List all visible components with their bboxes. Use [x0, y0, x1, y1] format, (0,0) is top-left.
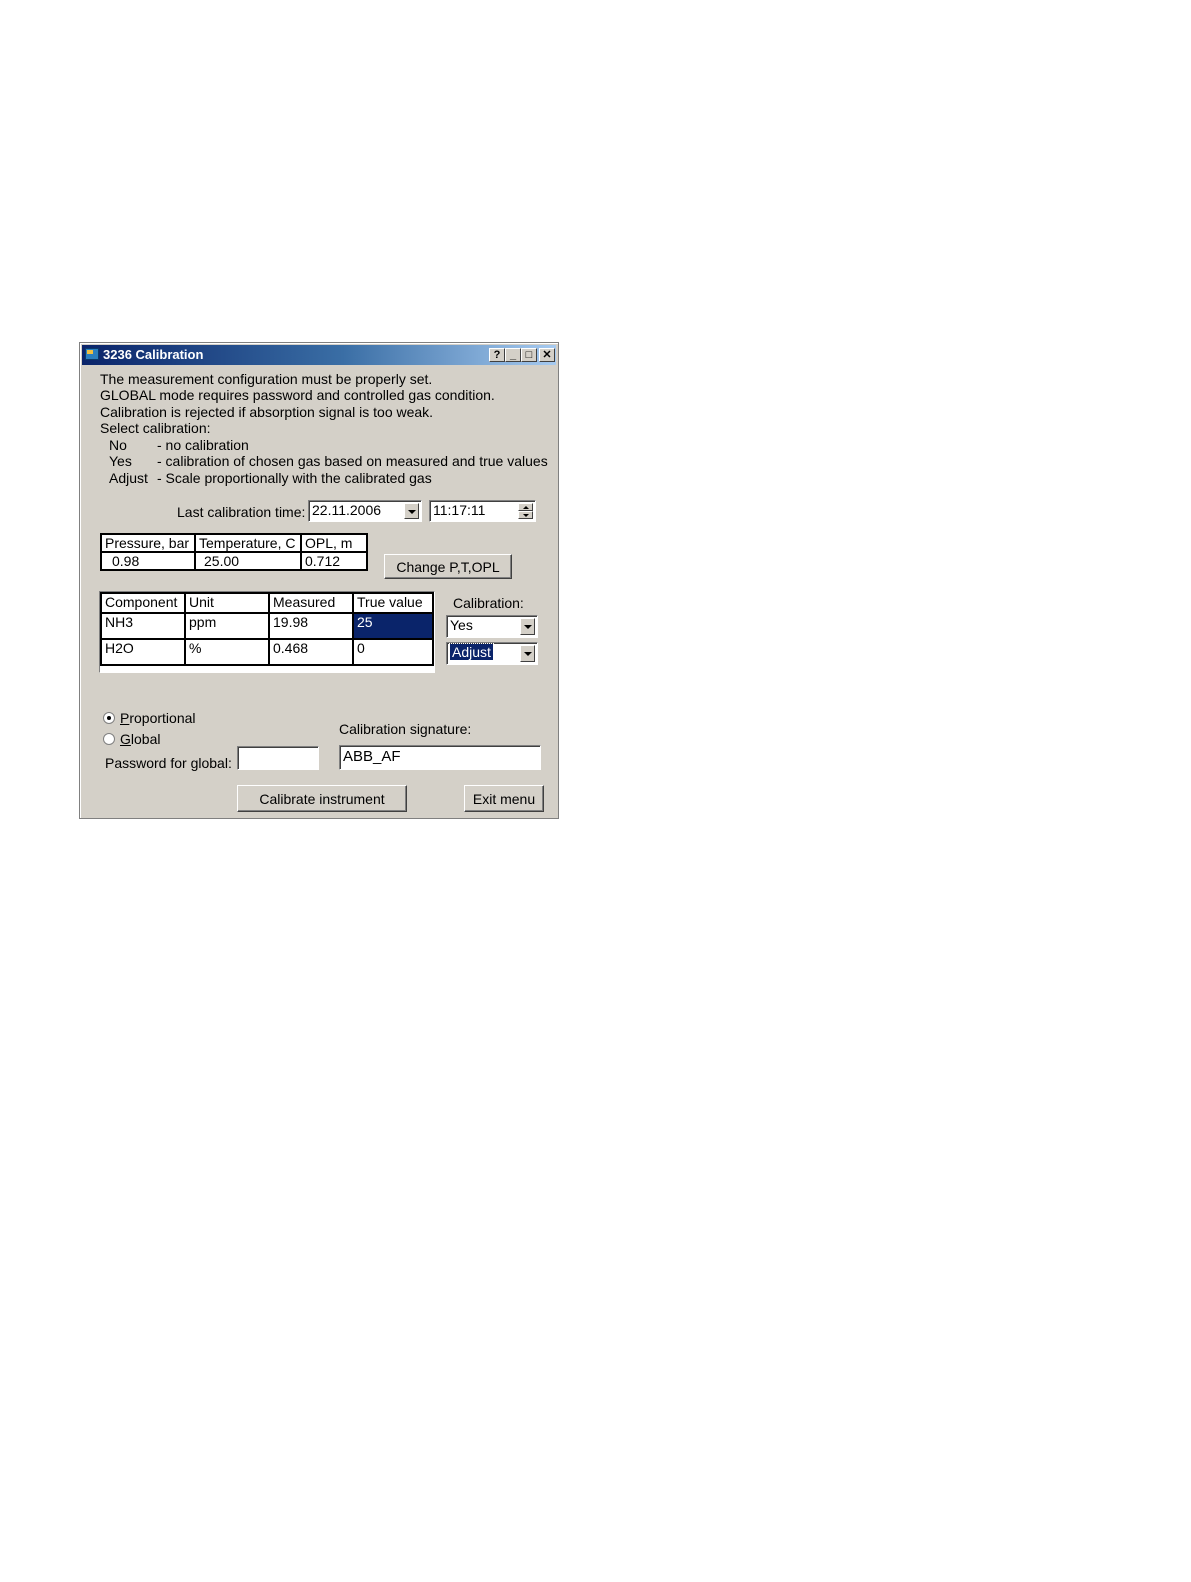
measured-cell: 0.468: [268, 638, 354, 666]
pressure-header: Pressure, bar: [100, 533, 196, 553]
info-line-4: Select calibration:: [100, 420, 211, 436]
option-desc-adjust: - Scale proportionally with the calibrat…: [157, 470, 432, 486]
change-ptopl-button[interactable]: Change P,T,OPL: [384, 554, 512, 579]
exit-menu-button[interactable]: Exit menu: [464, 785, 544, 812]
password-label: Password for global:: [105, 755, 232, 771]
minimize-button[interactable]: _: [505, 348, 521, 362]
last-calibration-time: 11:17:11: [433, 502, 486, 518]
spin-up-icon[interactable]: [518, 503, 533, 511]
password-input[interactable]: [237, 746, 319, 770]
true-value-cell[interactable]: 0: [352, 638, 434, 666]
calibration-select-h2o[interactable]: Adjust: [446, 642, 538, 665]
info-line-3: Calibration is rejected if absorption si…: [100, 404, 434, 420]
signature-value: ABB_AF: [343, 748, 401, 765]
chevron-down-icon[interactable]: [520, 618, 535, 635]
global-accesskey: G: [120, 731, 131, 747]
title-bar[interactable]: 3236 Calibration ? _ □ ✕: [82, 345, 556, 365]
temperature-header: Temperature, C: [194, 533, 302, 553]
temperature-value[interactable]: 25.00: [194, 551, 302, 571]
table-row: H2O % 0.468 0: [100, 638, 434, 666]
table-row: Component Unit Measured True value: [100, 592, 434, 614]
calibration-select-value: Adjust: [449, 643, 494, 661]
ptopl-table: Pressure, bar Temperature, C OPL, m 0.98…: [100, 533, 368, 571]
global-label[interactable]: Global: [120, 731, 160, 747]
unit-cell: ppm: [184, 612, 270, 640]
signature-input[interactable]: ABB_AF: [339, 745, 541, 770]
proportional-label[interactable]: Proportional: [120, 710, 196, 726]
calibration-select-value: Yes: [450, 617, 473, 633]
calibration-select-nh3[interactable]: Yes: [446, 615, 538, 638]
calibration-label: Calibration:: [453, 595, 524, 611]
app-icon: [85, 348, 99, 360]
unit-header: Unit: [184, 592, 270, 614]
option-key-yes: Yes: [109, 453, 132, 469]
table-row: 0.98 25.00 0.712: [100, 551, 368, 571]
opl-header: OPL, m: [300, 533, 368, 553]
info-line-2: GLOBAL mode requires password and contro…: [100, 387, 495, 403]
chevron-down-icon[interactable]: [404, 503, 419, 519]
measured-header: Measured: [268, 592, 354, 614]
info-line-1: The measurement configuration must be pr…: [100, 371, 433, 387]
components-table: Component Unit Measured True value NH3 p…: [100, 592, 434, 666]
help-button[interactable]: ?: [489, 348, 505, 362]
component-cell: NH3: [100, 612, 186, 640]
option-key-no: No: [109, 437, 127, 453]
option-desc-no: - no calibration: [157, 437, 249, 453]
calibrate-instrument-button[interactable]: Calibrate instrument: [237, 785, 407, 812]
table-row: Pressure, bar Temperature, C OPL, m: [100, 533, 368, 553]
global-radio[interactable]: [103, 733, 115, 745]
component-header: Component: [100, 592, 186, 614]
signature-label: Calibration signature:: [339, 721, 472, 737]
proportional-accesskey: P: [120, 710, 130, 726]
last-calibration-label: Last calibration time:: [177, 504, 306, 520]
proportional-radio[interactable]: [103, 712, 115, 724]
last-calibration-date: 22.11.2006: [312, 502, 382, 518]
global-label-rest: lobal: [130, 731, 161, 747]
window-title: 3236 Calibration: [103, 347, 204, 362]
last-calibration-date-picker[interactable]: 22.11.2006: [308, 500, 422, 522]
pressure-value[interactable]: 0.98: [100, 551, 196, 571]
unit-cell: %: [184, 638, 270, 666]
proportional-label-rest: roportional: [129, 710, 196, 726]
table-row: NH3 ppm 19.98 25: [100, 612, 434, 640]
calibration-window: 3236 Calibration ? _ □ ✕ The measurement…: [79, 342, 559, 819]
close-button[interactable]: ✕: [539, 348, 555, 362]
option-key-adjust: Adjust: [109, 470, 148, 486]
chevron-down-icon[interactable]: [520, 645, 535, 662]
true-value-cell[interactable]: 25: [352, 612, 434, 640]
last-calibration-time-picker[interactable]: 11:17:11: [429, 500, 536, 522]
spin-down-icon[interactable]: [518, 511, 533, 519]
maximize-button[interactable]: □: [521, 348, 537, 362]
option-desc-yes: - calibration of chosen gas based on mea…: [157, 453, 548, 469]
opl-value[interactable]: 0.712: [300, 551, 368, 571]
measured-cell: 19.98: [268, 612, 354, 640]
component-cell: H2O: [100, 638, 186, 666]
true-value-header: True value: [352, 592, 434, 614]
time-spinner[interactable]: [518, 503, 533, 519]
